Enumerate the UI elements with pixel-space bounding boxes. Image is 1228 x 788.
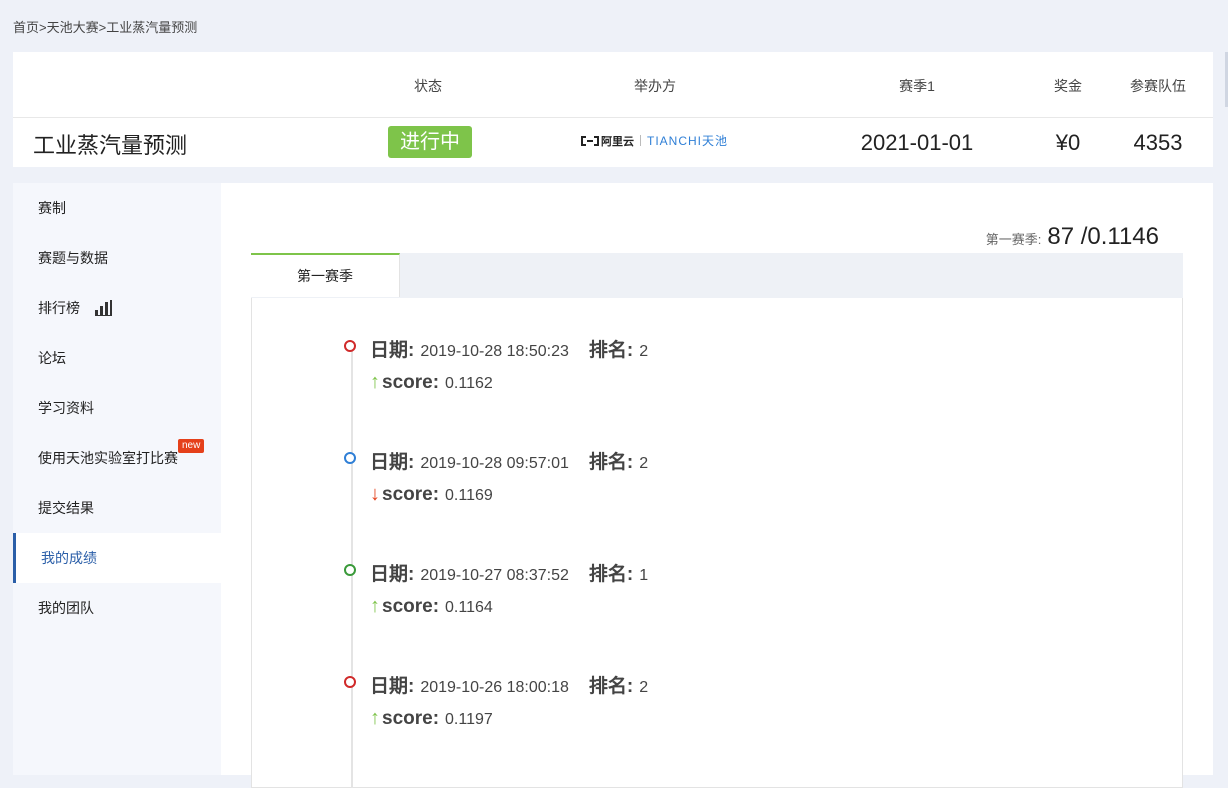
date-label: 日期: — [370, 676, 415, 697]
bar-chart-icon — [95, 300, 112, 316]
rank-value: 2 — [639, 455, 649, 472]
timeline-dot — [344, 452, 356, 464]
sidebar-item-forum[interactable]: 论坛 — [13, 333, 221, 383]
score-value: 0.1162 — [445, 375, 493, 392]
date-value: 2019-10-27 08:37:52 — [420, 567, 569, 584]
sidebar-item-data[interactable]: 赛题与数据 — [13, 233, 221, 283]
main-content: 第一赛季: 87 /0.1146 第一赛季 日期: 2019-10-28 18:… — [221, 183, 1213, 788]
tianchi-logo: TIANCHI天池 — [647, 132, 728, 149]
timeline-dot — [344, 340, 356, 352]
status-column-header: 状态 — [414, 78, 442, 94]
season-tabs: 第一赛季 — [251, 253, 1183, 298]
sidebar-item-my-results[interactable]: 我的成绩 — [13, 533, 221, 583]
rank-value: 2 — [639, 679, 649, 696]
tianchi-en-text: TIANCHI — [647, 134, 702, 148]
organizer-logo: 阿里云 TIANCHI天池 — [581, 132, 728, 149]
score-value: 0.1164 — [445, 599, 493, 616]
header-divider — [13, 117, 1213, 118]
sidebar-item-label: 学习资料 — [38, 400, 94, 416]
sidebar-item-my-team[interactable]: 我的团队 — [13, 583, 221, 633]
sidebar-item-lab[interactable]: 使用天池实验室打比赛 new — [13, 433, 221, 483]
date-label: 日期: — [370, 564, 415, 585]
teams-column-header: 参赛队伍 — [1130, 78, 1186, 94]
rank-label: 排名: — [588, 564, 634, 585]
summary-value: 87 /0.1146 — [1047, 223, 1159, 250]
date-value: 2019-10-28 09:57:01 — [420, 455, 569, 472]
new-badge: new — [178, 439, 205, 453]
sidebar-item-rules[interactable]: 赛制 — [13, 183, 221, 233]
breadcrumb-home[interactable]: 首页 — [13, 20, 39, 35]
competition-header: 状态 举办方 赛季1 奖金 参赛队伍 工业蒸汽量预测 进行中 阿里云 TIANC… — [13, 52, 1213, 167]
breadcrumb-current: 工业蒸汽量预测 — [106, 20, 198, 35]
rank-value: 2 — [639, 343, 649, 360]
breadcrumb: 首页>天池大赛>工业蒸汽量预测 — [13, 17, 197, 36]
score-label: score: — [382, 708, 440, 729]
arrow-up-icon: ↑ — [370, 371, 380, 393]
date-value: 2019-10-28 18:50:23 — [420, 343, 569, 360]
sidebar-item-submit[interactable]: 提交结果 — [13, 483, 221, 533]
sidebar-item-label: 赛题与数据 — [38, 250, 108, 266]
sidebar-nav: 赛制 赛题与数据 排行榜 论坛 学习资料 使用天池实验室打比赛 new 提交结果… — [13, 183, 221, 775]
sidebar-item-label: 我的团队 — [38, 600, 94, 616]
sidebar-item-label: 赛制 — [38, 200, 66, 216]
timeline-dot — [344, 676, 356, 688]
season-summary: 第一赛季: 87 /0.1146 — [986, 223, 1159, 251]
tab-season-1[interactable]: 第一赛季 — [251, 253, 400, 297]
breadcrumb-contests[interactable]: 天池大赛 — [47, 20, 99, 35]
aliyun-bracket-icon — [581, 135, 599, 146]
sidebar-item-leaderboard[interactable]: 排行榜 — [13, 283, 221, 333]
competition-title: 工业蒸汽量预测 — [33, 133, 188, 158]
aliyun-logo: 阿里云 — [581, 133, 634, 149]
arrow-up-icon: ↑ — [370, 595, 380, 617]
rank-label: 排名: — [588, 452, 634, 473]
date-label: 日期: — [370, 340, 415, 361]
prize-column-header: 奖金 — [1054, 78, 1082, 94]
date-label: 日期: — [370, 452, 415, 473]
sidebar-item-label: 提交结果 — [38, 500, 94, 516]
sidebar-item-label: 使用天池实验室打比赛 — [38, 450, 178, 466]
timeline-dot — [344, 564, 356, 576]
score-label: score: — [382, 596, 440, 617]
sidebar-item-label: 我的成绩 — [41, 550, 97, 566]
logo-separator — [640, 135, 641, 146]
rank-label: 排名: — [588, 340, 634, 361]
teams-count: 4353 — [1133, 130, 1183, 155]
season-date: 2021-01-01 — [860, 130, 974, 155]
rank-label: 排名: — [588, 676, 634, 697]
score-label: score: — [382, 484, 440, 505]
breadcrumb-separator: > — [39, 20, 47, 35]
season-column-header: 赛季1 — [899, 78, 935, 94]
aliyun-text: 阿里云 — [601, 135, 634, 148]
summary-label: 第一赛季: — [985, 232, 1042, 247]
sidebar-item-label: 论坛 — [38, 350, 66, 366]
tianchi-cn-text: 天池 — [702, 134, 729, 148]
organizer-column-header: 举办方 — [634, 78, 676, 94]
results-panel: 日期: 2019-10-28 18:50:23 排名: 2 ↑ score: 0… — [251, 298, 1183, 788]
score-value: 0.1197 — [445, 711, 493, 728]
score-value: 0.1169 — [445, 487, 493, 504]
sidebar-item-label: 排行榜 — [38, 300, 80, 316]
date-value: 2019-10-26 18:00:18 — [420, 679, 569, 696]
sidebar-item-learning[interactable]: 学习资料 — [13, 383, 221, 433]
status-badge: 进行中 — [388, 126, 472, 158]
score-label: score: — [382, 372, 440, 393]
arrow-up-icon: ↑ — [370, 707, 380, 729]
arrow-down-icon: ↓ — [370, 483, 380, 505]
prize-value: ¥0 — [1055, 130, 1081, 155]
rank-value: 1 — [639, 567, 649, 584]
